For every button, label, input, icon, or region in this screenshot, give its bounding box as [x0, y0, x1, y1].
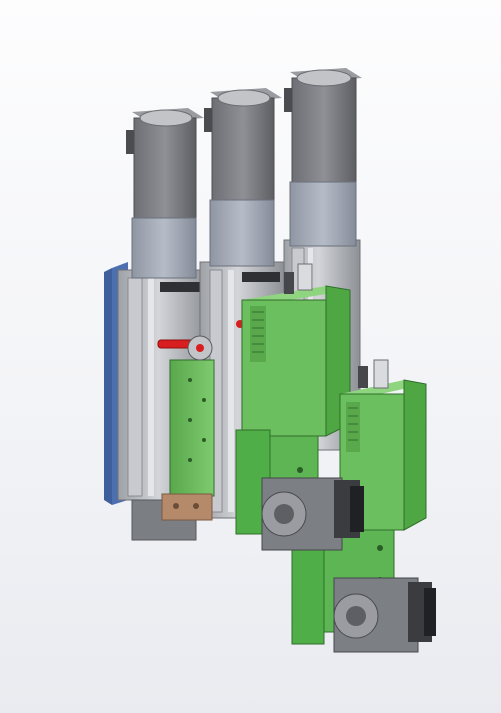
carriage-plate-green[interactable] — [161, 359, 215, 521]
vent-grille-icon — [250, 306, 266, 362]
stepper-motor-1[interactable] — [126, 108, 204, 279]
cooling-fan-2[interactable] — [333, 577, 436, 653]
vent-grille-icon — [346, 402, 360, 452]
stepper-motor-2[interactable] — [204, 88, 282, 267]
cad-viewport[interactable] — [0, 0, 501, 713]
cad-assembly-render[interactable] — [0, 0, 501, 713]
stepper-motor-3[interactable] — [284, 68, 362, 247]
